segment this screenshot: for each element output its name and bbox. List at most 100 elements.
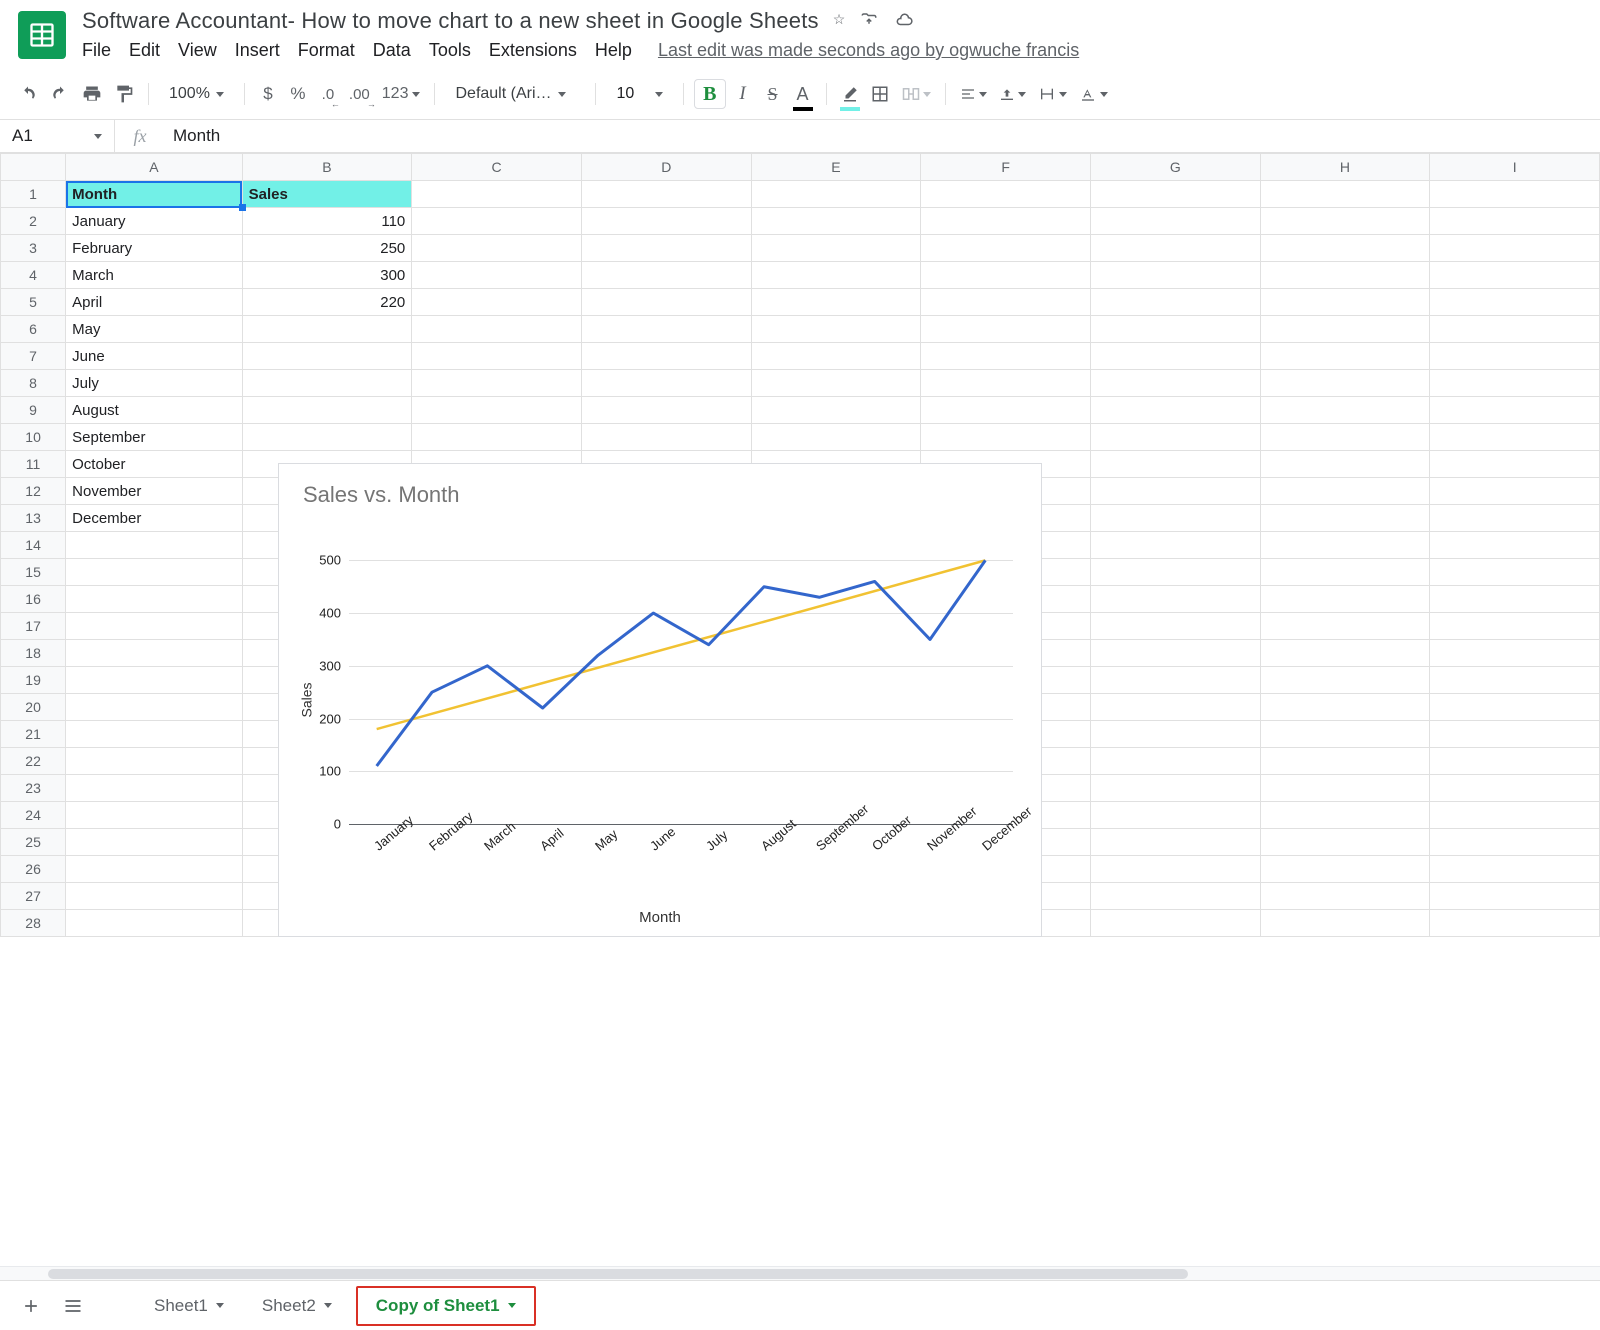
cell[interactable] [66,559,242,586]
cell[interactable] [1430,802,1600,829]
bold-button[interactable]: B [694,79,725,109]
font-size-select[interactable]: 10 [606,85,673,103]
cell[interactable] [1260,181,1430,208]
cell[interactable] [1090,586,1260,613]
cell[interactable] [1090,640,1260,667]
column-header[interactable]: C [412,154,582,181]
cell[interactable] [66,802,242,829]
sheet-tab[interactable]: Copy of Sheet1 [356,1286,536,1326]
cell[interactable] [921,208,1091,235]
menu-insert[interactable]: Insert [235,40,280,61]
cell[interactable] [412,316,582,343]
row-header[interactable]: 20 [1,694,66,721]
column-header[interactable]: B [242,154,412,181]
text-color-button[interactable]: A [790,79,816,109]
cell[interactable] [751,181,921,208]
cell[interactable] [1260,910,1430,937]
cell[interactable] [1090,316,1260,343]
cell[interactable] [1260,451,1430,478]
horizontal-scrollbar[interactable] [0,1266,1600,1280]
row-header[interactable]: 18 [1,640,66,667]
font-select[interactable]: Default (Ari… [445,85,585,103]
menu-file[interactable]: File [82,40,111,61]
cell[interactable] [1430,640,1600,667]
cell[interactable] [581,289,751,316]
cell[interactable] [66,721,242,748]
cell[interactable]: February [66,235,242,262]
cell[interactable] [581,424,751,451]
row-header[interactable]: 12 [1,478,66,505]
text-wrap-button[interactable] [1034,79,1071,109]
cell[interactable] [66,883,242,910]
cell[interactable] [1260,208,1430,235]
chevron-down-icon[interactable] [324,1303,332,1308]
cell[interactable] [1430,910,1600,937]
row-header[interactable]: 8 [1,370,66,397]
undo-button[interactable] [14,79,42,109]
cell[interactable] [1260,640,1430,667]
cell[interactable] [242,397,412,424]
cell[interactable]: August [66,397,242,424]
cell[interactable]: July [66,370,242,397]
sheet-tab[interactable]: Sheet2 [248,1286,346,1326]
row-header[interactable]: 9 [1,397,66,424]
cell[interactable] [751,289,921,316]
text-rotation-button[interactable] [1075,79,1112,109]
cell[interactable] [921,316,1091,343]
cell[interactable] [1430,451,1600,478]
cell[interactable] [1260,775,1430,802]
cell[interactable] [581,316,751,343]
cell[interactable] [1090,694,1260,721]
cell[interactable] [751,208,921,235]
move-icon[interactable] [859,11,879,32]
cell[interactable] [242,343,412,370]
cell[interactable] [66,667,242,694]
cell[interactable] [751,235,921,262]
cell[interactable] [1260,613,1430,640]
row-header[interactable]: 27 [1,883,66,910]
cell[interactable] [1090,721,1260,748]
cell[interactable]: Sales [242,181,412,208]
fill-color-button[interactable] [837,79,863,109]
chevron-down-icon[interactable] [508,1303,516,1308]
cell[interactable] [1090,289,1260,316]
cell[interactable] [66,829,242,856]
cell[interactable] [1090,775,1260,802]
menu-view[interactable]: View [178,40,217,61]
column-header[interactable]: D [581,154,751,181]
cell[interactable] [1090,856,1260,883]
currency-button[interactable]: $ [255,79,281,109]
cell[interactable] [1430,397,1600,424]
cell[interactable] [1430,856,1600,883]
row-header[interactable]: 25 [1,829,66,856]
add-sheet-button[interactable] [16,1291,46,1321]
row-header[interactable]: 23 [1,775,66,802]
cell[interactable] [921,235,1091,262]
row-header[interactable]: 4 [1,262,66,289]
borders-button[interactable] [867,79,893,109]
row-header[interactable]: 10 [1,424,66,451]
cell[interactable] [1430,478,1600,505]
cell[interactable] [1430,505,1600,532]
cell[interactable] [1090,451,1260,478]
row-header[interactable]: 11 [1,451,66,478]
cell[interactable] [412,289,582,316]
italic-button[interactable]: I [730,79,756,109]
cell[interactable] [1260,424,1430,451]
cell[interactable] [1260,370,1430,397]
cell[interactable] [1090,478,1260,505]
cell[interactable] [412,424,582,451]
column-header[interactable]: A [66,154,242,181]
sheets-logo[interactable] [18,11,66,59]
number-format-select[interactable]: 123 [378,79,425,109]
cell[interactable] [1430,667,1600,694]
star-icon[interactable]: ☆ [833,11,846,32]
chevron-down-icon[interactable] [216,1303,224,1308]
row-header[interactable]: 24 [1,802,66,829]
chart[interactable]: Sales vs. Month Sales 0100200300400500Ja… [278,463,1042,937]
cell[interactable] [242,316,412,343]
row-header[interactable]: 22 [1,748,66,775]
cell[interactable]: 220 [242,289,412,316]
cell[interactable] [412,397,582,424]
cell[interactable] [1260,559,1430,586]
